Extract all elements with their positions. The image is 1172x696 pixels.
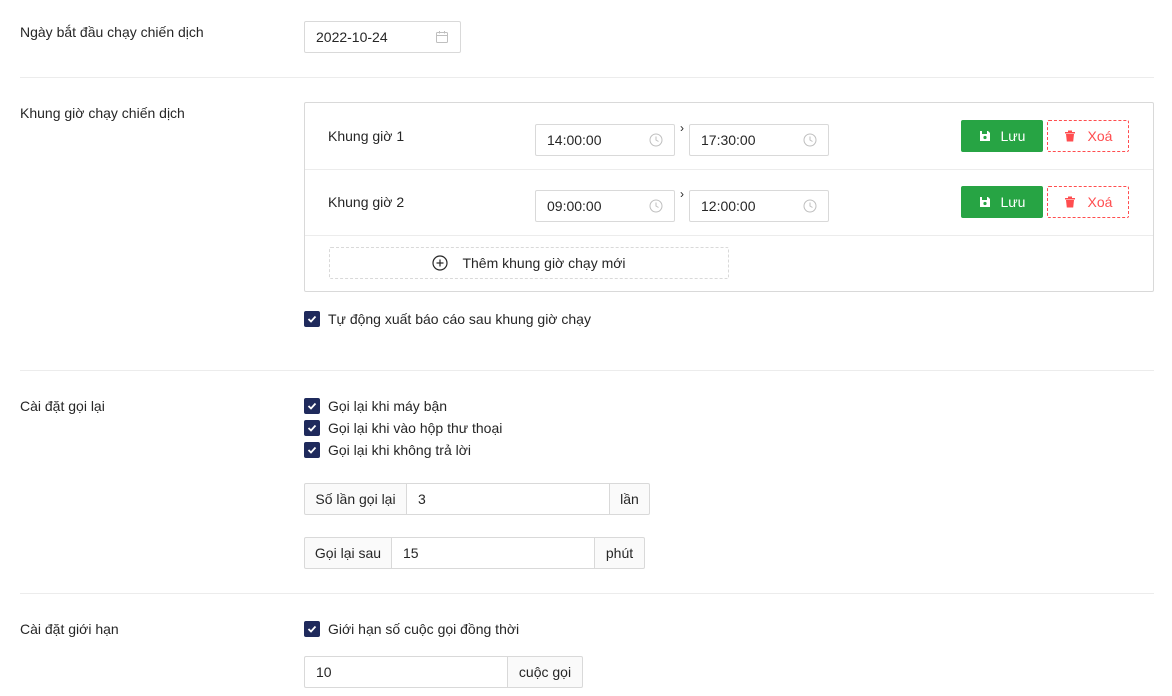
time-frame-label: Khung giờ chạy chiến dịch — [20, 105, 185, 121]
auto-report-checkbox[interactable]: Tự động xuất báo cáo sau khung giờ chạy — [304, 309, 591, 329]
time-frame-name: Khung giờ 2 — [328, 194, 405, 210]
recall-option-label: Gọi lại khi không trả lời — [328, 442, 472, 458]
save-label: Lưu — [1000, 128, 1026, 144]
save-icon — [979, 197, 990, 207]
checkbox-checked-icon — [304, 398, 320, 414]
retry-count-prefix: Số lần gọi lại — [304, 483, 407, 515]
delete-label: Xoá — [1087, 194, 1113, 210]
time-frame-end-input[interactable]: 12:00:00 — [689, 190, 829, 222]
time-frame-name: Khung giờ 1 — [328, 128, 405, 144]
save-label: Lưu — [1000, 194, 1026, 210]
save-button[interactable]: Lưu — [961, 186, 1043, 218]
delete-button[interactable]: Xoá — [1047, 186, 1129, 218]
time-frame-end-input[interactable]: 17:30:00 — [689, 124, 829, 156]
time-frame-panel: Khung giờ 1 14:00:00 › 17:30:00 Lưu Xoá — [304, 102, 1154, 292]
retry-count-suffix: lần — [609, 483, 650, 515]
trash-icon — [1064, 130, 1075, 142]
recall-no-answer-checkbox[interactable]: Gọi lại khi không trả lời — [304, 440, 471, 460]
save-button[interactable]: Lưu — [961, 120, 1043, 152]
add-time-frame-label: Thêm khung giờ chạy mới — [462, 255, 626, 271]
checkbox-checked-icon — [304, 420, 320, 436]
delete-label: Xoá — [1087, 128, 1113, 144]
checkbox-checked-icon — [304, 442, 320, 458]
time-frame-start-input[interactable]: 09:00:00 — [535, 190, 675, 222]
clock-icon — [803, 133, 817, 147]
trash-icon — [1064, 196, 1075, 208]
range-arrow-icon: › — [680, 121, 684, 135]
checkbox-checked-icon — [304, 311, 320, 327]
recall-option-label: Gọi lại khi máy bận — [328, 398, 448, 414]
clock-icon — [649, 199, 663, 213]
recall-busy-checkbox[interactable]: Gọi lại khi máy bận — [304, 396, 447, 416]
auto-report-label: Tự động xuất báo cáo sau khung giờ chạy — [328, 311, 591, 327]
limit-settings-label: Cài đặt giới hạn — [20, 621, 119, 637]
clock-icon — [649, 133, 663, 147]
save-icon — [979, 131, 990, 141]
row-divider — [305, 169, 1153, 170]
time-frame-start-input[interactable]: 14:00:00 — [535, 124, 675, 156]
retry-after-input[interactable]: 15 — [392, 537, 594, 569]
recall-option-label: Gọi lại khi vào hộp thư thoại — [328, 420, 503, 436]
concurrent-limit-label: Giới hạn số cuộc gọi đồng thời — [328, 621, 520, 637]
divider — [20, 77, 1154, 78]
calendar-icon — [436, 31, 448, 43]
start-date-value: 2022-10-24 — [316, 29, 388, 45]
add-time-frame-button[interactable]: Thêm khung giờ chạy mới — [329, 247, 729, 279]
plus-circle-icon — [432, 255, 449, 271]
concurrent-limit-input[interactable]: 10 — [304, 656, 507, 688]
retry-after-group: Gọi lại sau 15 phút — [304, 537, 645, 569]
concurrent-limit-checkbox[interactable]: Giới hạn số cuộc gọi đồng thời — [304, 619, 519, 639]
concurrent-limit-suffix: cuộc gọi — [507, 656, 583, 688]
divider — [20, 593, 1154, 594]
checkbox-checked-icon — [304, 621, 320, 637]
time-start-value: 14:00:00 — [547, 132, 602, 148]
retry-after-prefix: Gọi lại sau — [304, 537, 392, 569]
divider — [20, 370, 1154, 371]
recall-settings-label: Cài đặt gọi lại — [20, 398, 105, 414]
start-date-picker[interactable]: 2022-10-24 — [304, 21, 461, 53]
start-date-label: Ngày bắt đầu chạy chiến dịch — [20, 24, 204, 40]
recall-voicemail-checkbox[interactable]: Gọi lại khi vào hộp thư thoại — [304, 418, 502, 438]
retry-count-input[interactable]: 3 — [407, 483, 609, 515]
concurrent-limit-group: 10 cuộc gọi — [304, 656, 583, 688]
clock-icon — [803, 199, 817, 213]
time-end-value: 12:00:00 — [701, 198, 756, 214]
retry-count-group: Số lần gọi lại 3 lần — [304, 483, 650, 515]
time-end-value: 17:30:00 — [701, 132, 756, 148]
time-start-value: 09:00:00 — [547, 198, 602, 214]
range-arrow-icon: › — [680, 187, 684, 201]
delete-button[interactable]: Xoá — [1047, 120, 1129, 152]
retry-after-suffix: phút — [594, 537, 645, 569]
row-divider — [305, 235, 1153, 236]
